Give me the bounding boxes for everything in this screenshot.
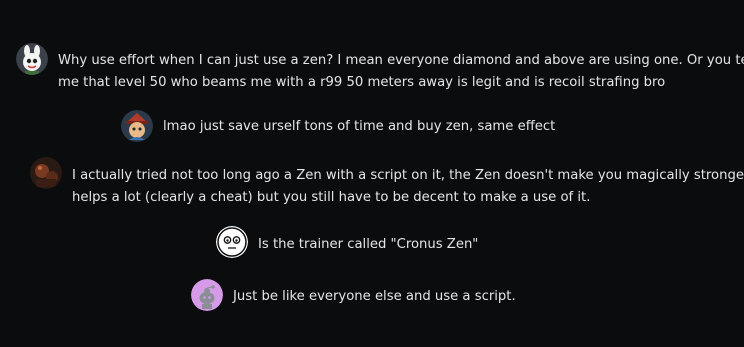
comment-4-line-1: Is the trainer called "Cronus Zen" (258, 237, 479, 252)
comment-5-line-1: Just be like everyone else and use a scr… (233, 289, 516, 304)
comment-3-text: I actually tried not too long ago a Zen … (72, 165, 744, 209)
comment-1-text: Why use effort when I can just use a zen… (58, 50, 744, 94)
comment-3-line-1: I actually tried not too long ago a Zen … (72, 168, 744, 183)
default-snoo-avatar-icon[interactable] (191, 279, 223, 311)
bunny-avatar-icon[interactable] (16, 43, 48, 75)
comment-3-line-2: helps a lot (clearly a cheat) but you st… (72, 190, 591, 205)
dark-photo-avatar-icon[interactable] (30, 157, 62, 189)
cartoon-face-avatar-icon[interactable] (216, 226, 248, 258)
comment-5-text: Just be like everyone else and use a scr… (233, 286, 516, 308)
comment-1-line-2: me that level 50 who beams me with a r99… (58, 75, 666, 90)
hat-character-avatar-icon[interactable] (121, 110, 153, 142)
comment-4-text: Is the trainer called "Cronus Zen" (258, 234, 478, 256)
comment-2-text: lmao just save urself tons of time and b… (163, 116, 555, 138)
comment-1-line-1: Why use effort when I can just use a zen… (58, 53, 744, 68)
comment-thread: { "comments": [ { "avatar_icon": "bunny-… (0, 0, 744, 347)
comment-2-line-1: lmao just save urself tons of time and b… (163, 119, 556, 134)
